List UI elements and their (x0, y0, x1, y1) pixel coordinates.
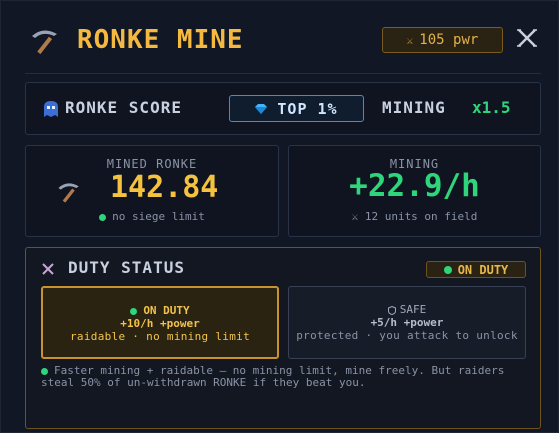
shield-icon (387, 305, 396, 315)
safe-option[interactable]: SAFE +5/h +power protected · you attack … (288, 286, 526, 359)
mining-label: MINING (382, 98, 446, 117)
divider (25, 73, 541, 74)
close-icon[interactable] (516, 27, 538, 49)
swords-icon: ⚔ (351, 210, 365, 223)
duty-description-text: Faster mining + raidable — no mining lim… (41, 364, 505, 389)
status-dot (443, 265, 452, 274)
duty-status-badge: ON DUTY (426, 261, 526, 278)
rank-badge: TOP 1% (229, 95, 364, 122)
duty-badge-label: ON DUTY (457, 262, 509, 277)
safe-name: SAFE (399, 303, 427, 316)
on-duty-name: ON DUTY (143, 304, 190, 317)
safe-title: SAFE (289, 303, 525, 316)
power-badge: ⚔ 105 pwr (382, 27, 503, 53)
on-duty-desc: raidable · no mining limit (70, 330, 250, 343)
swords-icon: ⚔ (406, 33, 414, 47)
pickaxe-icon (58, 183, 79, 203)
status-dot (130, 307, 138, 315)
duty-status-section: DUTY STATUS ON DUTY ON DUTY +10/h +power… (25, 247, 541, 429)
mined-ronke-value: 142.84 (110, 170, 219, 205)
on-duty-title: ON DUTY (43, 304, 277, 317)
on-duty-option[interactable]: ON DUTY +10/h +power raidable · no minin… (41, 286, 279, 359)
swords-icon (42, 263, 54, 275)
rank-badge-label: TOP 1% (277, 99, 338, 118)
ronke-mine-panel: RONKE MINE ⚔ 105 pwr RONKE SCORE TOP 1% … (0, 0, 559, 433)
ronke-mascot-icon (44, 101, 58, 117)
status-dot (41, 367, 48, 375)
page-title: RONKE MINE (77, 25, 244, 55)
mining-multiplier: x1.5 (472, 98, 511, 117)
pickaxe-icon (32, 30, 57, 55)
safe-desc: protected · you attack to unlock (296, 329, 518, 342)
mined-ronke-note-text: no siege limit (112, 210, 205, 223)
diamond-icon (255, 103, 268, 114)
power-value: 105 pwr (419, 32, 479, 48)
duty-description: Faster mining + raidable — no mining lim… (41, 365, 529, 389)
mining-rate-note-text: 12 units on field (364, 210, 478, 223)
score-bar: RONKE SCORE TOP 1% MINING x1.5 (25, 82, 541, 135)
mined-ronke-caption: MINED RONKE (106, 157, 198, 171)
safe-rate: +5/h +power (370, 316, 444, 329)
on-duty-rate: +10/h +power (120, 317, 200, 330)
mined-ronke-card: MINED RONKE 142.84 no siege limit (25, 145, 279, 237)
status-dot (99, 213, 107, 221)
mining-rate-note: ⚔ 12 units on field (289, 210, 540, 223)
mined-ronke-note: no siege limit (26, 210, 278, 223)
score-label: RONKE SCORE (65, 98, 182, 117)
duty-status-title: DUTY STATUS (68, 258, 185, 277)
mining-rate-value: +22.9/h (349, 168, 480, 204)
mining-rate-card: MINING +22.9/h ⚔ 12 units on field (288, 145, 541, 237)
